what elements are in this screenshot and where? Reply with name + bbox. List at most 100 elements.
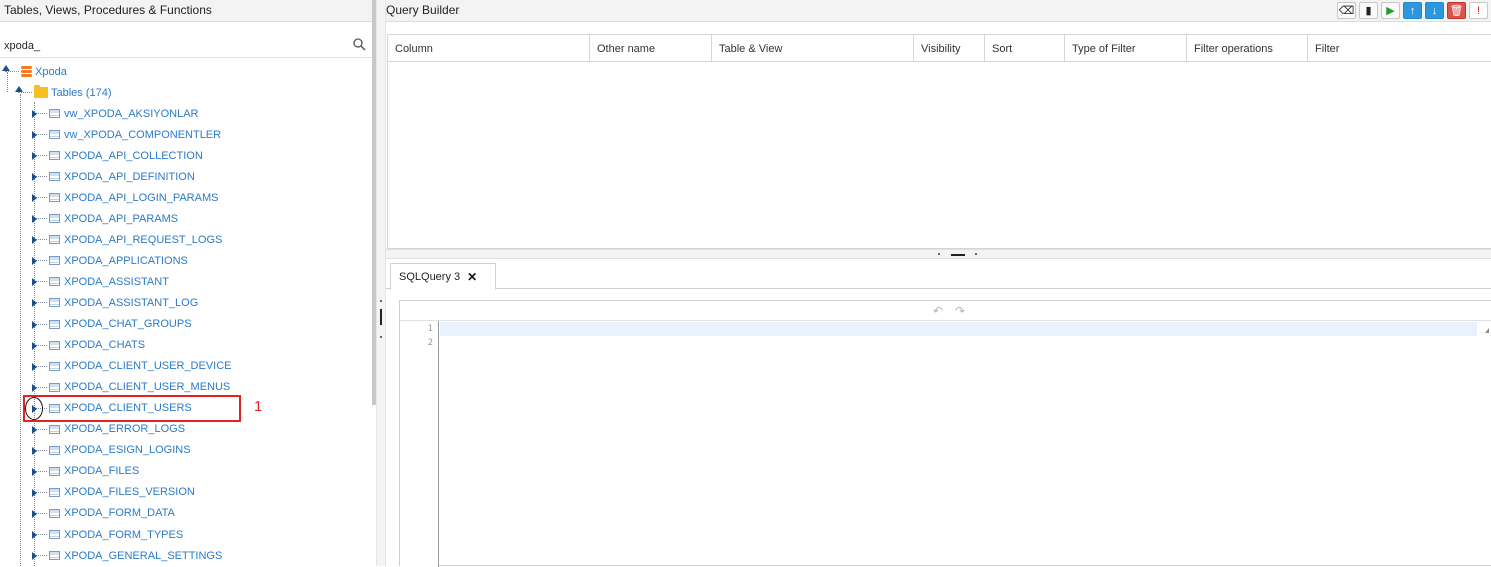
tree-node-label: XPODA_CHAT_GROUPS	[64, 318, 192, 330]
expanded-arrow-icon[interactable]	[15, 86, 23, 92]
tree-node-root[interactable]: Xpoda	[2, 61, 67, 82]
tree-node-label: XPODA_CLIENT_USER_MENUS	[64, 381, 231, 394]
tree-node-table[interactable]: XPODA_FORM_TYPES	[32, 524, 184, 545]
collapsed-arrow-icon[interactable]	[32, 194, 37, 203]
sql-editor[interactable]: ↶ ↷ 1 2	[399, 300, 1491, 567]
collapsed-arrow-icon[interactable]	[32, 531, 37, 539]
tree-node-label: XPODA_CHATS	[64, 339, 146, 352]
tree-node-table[interactable]: XPODA_API_COLLECTION	[32, 145, 203, 166]
tree-node-table[interactable]: XPODA_ESIGN_LOGINS	[32, 440, 191, 461]
collapsed-arrow-icon[interactable]	[32, 236, 37, 245]
collapsed-arrow-icon[interactable]	[32, 362, 37, 371]
line-number: 2	[427, 338, 433, 348]
collapsed-arrow-icon[interactable]	[32, 110, 37, 118]
tree-node-table[interactable]: XPODA_FILES_VERSION	[32, 482, 195, 503]
vertical-splitter[interactable]	[376, 0, 386, 566]
undo-icon[interactable]: ↶	[933, 304, 943, 318]
play-icon[interactable]: ▶	[1381, 2, 1400, 19]
tree-node-label: XPODA_APPLICATIONS	[64, 254, 188, 267]
close-icon[interactable]: ✕	[467, 270, 477, 284]
column-header[interactable]: Filter	[1308, 35, 1491, 62]
tree-node-table[interactable]: vw_XPODA_COMPONENTLER	[32, 124, 221, 145]
collapsed-arrow-icon[interactable]	[32, 383, 37, 392]
collapsed-arrow-icon[interactable]	[32, 173, 37, 182]
tree-node-table[interactable]: XPODA_API_DEFINITION	[32, 166, 195, 187]
eraser-icon[interactable]: ⌫	[1337, 2, 1356, 19]
collapsed-arrow-icon[interactable]	[32, 131, 37, 140]
collapsed-arrow-icon[interactable]	[32, 467, 37, 476]
collapsed-arrow-icon[interactable]	[32, 257, 37, 266]
collapsed-arrow-icon[interactable]	[32, 341, 37, 350]
tree-connector	[32, 173, 47, 182]
object-explorer-title: Tables, Views, Procedures & Functions	[0, 0, 372, 22]
annotation-highlight-box	[23, 395, 241, 422]
tree-connector	[32, 278, 47, 287]
arrow-down-icon[interactable]: ↓	[1425, 2, 1444, 19]
collapsed-arrow-icon[interactable]	[32, 552, 37, 561]
tree-node-label: XPODA_API_LOGIN_PARAMS	[64, 191, 219, 204]
collapsed-arrow-icon[interactable]	[32, 425, 37, 434]
collapsed-arrow-icon[interactable]	[32, 488, 37, 497]
tree-node-table[interactable]: XPODA_ASSISTANT_LOG	[32, 292, 198, 313]
collapsed-arrow-icon[interactable]	[32, 446, 37, 455]
arrow-up-icon[interactable]: ↑	[1403, 2, 1422, 19]
search-icon[interactable]	[353, 38, 366, 51]
tree-node-table[interactable]: XPODA_API_REQUEST_LOGS	[32, 229, 223, 250]
tree-connector	[32, 299, 47, 308]
tree-node-table[interactable]: XPODA_ASSISTANT	[32, 271, 169, 292]
collapsed-arrow-icon[interactable]	[32, 299, 37, 308]
search-input[interactable]	[0, 34, 350, 57]
document-icon[interactable]: ▮	[1359, 2, 1378, 19]
trash-icon[interactable]: 🗑	[1447, 2, 1466, 19]
tree-node-label: Xpoda	[35, 65, 67, 78]
tree-node-table[interactable]: XPODA_FILES	[32, 461, 139, 482]
column-header[interactable]: Column	[388, 35, 590, 62]
splitter-grip[interactable]	[951, 254, 965, 256]
tab-sqlquery-3[interactable]: SQLQuery 3 ✕	[390, 263, 496, 290]
tree-connector	[32, 236, 47, 245]
tree-node-label: XPODA_FORM_TYPES	[64, 528, 184, 541]
column-header[interactable]: Type of Filter	[1065, 35, 1187, 62]
tree-node-table[interactable]: XPODA_API_PARAMS	[32, 208, 178, 229]
table-icon	[49, 530, 60, 539]
column-header[interactable]: Filter operations	[1187, 35, 1308, 62]
splitter-grip[interactable]	[380, 309, 382, 325]
tree-node-table[interactable]: XPODA_APPLICATIONS	[32, 250, 188, 271]
table-icon	[49, 319, 60, 329]
splitter-dot	[975, 253, 977, 255]
tree-connector	[32, 194, 47, 203]
tree-connector	[32, 152, 47, 161]
column-header[interactable]: Visibility	[914, 35, 985, 62]
collapsed-arrow-icon[interactable]	[32, 278, 37, 287]
tree-node-table[interactable]: XPODA_CHAT_GROUPS	[32, 314, 192, 335]
table-icon	[49, 361, 60, 371]
horizontal-splitter[interactable]	[386, 249, 1491, 259]
redo-icon[interactable]: ↷	[955, 304, 965, 318]
table-icon	[49, 214, 60, 224]
tree-node-tables-folder[interactable]: Tables (174)	[15, 82, 112, 103]
query-builder-grid: Column Other name Table & View Visibility So…	[387, 34, 1491, 249]
column-header[interactable]: Table & View	[712, 35, 914, 62]
database-icon	[21, 65, 32, 78]
expanded-arrow-icon[interactable]	[2, 65, 10, 71]
collapsed-arrow-icon[interactable]	[32, 152, 37, 161]
column-header[interactable]: Sort	[985, 35, 1065, 62]
column-header[interactable]: Other name	[590, 35, 712, 62]
tree-connector	[32, 320, 47, 329]
tree-node-label: XPODA_API_REQUEST_LOGS	[64, 233, 223, 246]
collapsed-arrow-icon[interactable]	[32, 320, 37, 329]
tree-node-label: XPODA_FORM_DATA	[64, 507, 175, 520]
tree-node-table[interactable]: vw_XPODA_AKSIYONLAR	[32, 103, 199, 124]
collapsed-arrow-icon[interactable]	[32, 509, 37, 518]
alert-icon[interactable]: !	[1469, 2, 1488, 19]
tree-connector	[32, 257, 47, 266]
tree-node-table[interactable]: XPODA_GENERAL_SETTINGS	[32, 545, 222, 566]
collapsed-arrow-icon[interactable]	[32, 215, 37, 224]
tree-connector	[32, 131, 47, 140]
tree-node-table[interactable]: XPODA_CHATS	[32, 335, 146, 356]
annotation-circle	[25, 397, 43, 420]
tree-node-table[interactable]: XPODA_API_LOGIN_PARAMS	[32, 187, 219, 208]
resize-corner-icon[interactable]	[1485, 328, 1489, 333]
tree-node-table[interactable]: XPODA_CLIENT_USER_DEVICE	[32, 356, 232, 377]
tree-node-table[interactable]: XPODA_FORM_DATA	[32, 503, 175, 524]
